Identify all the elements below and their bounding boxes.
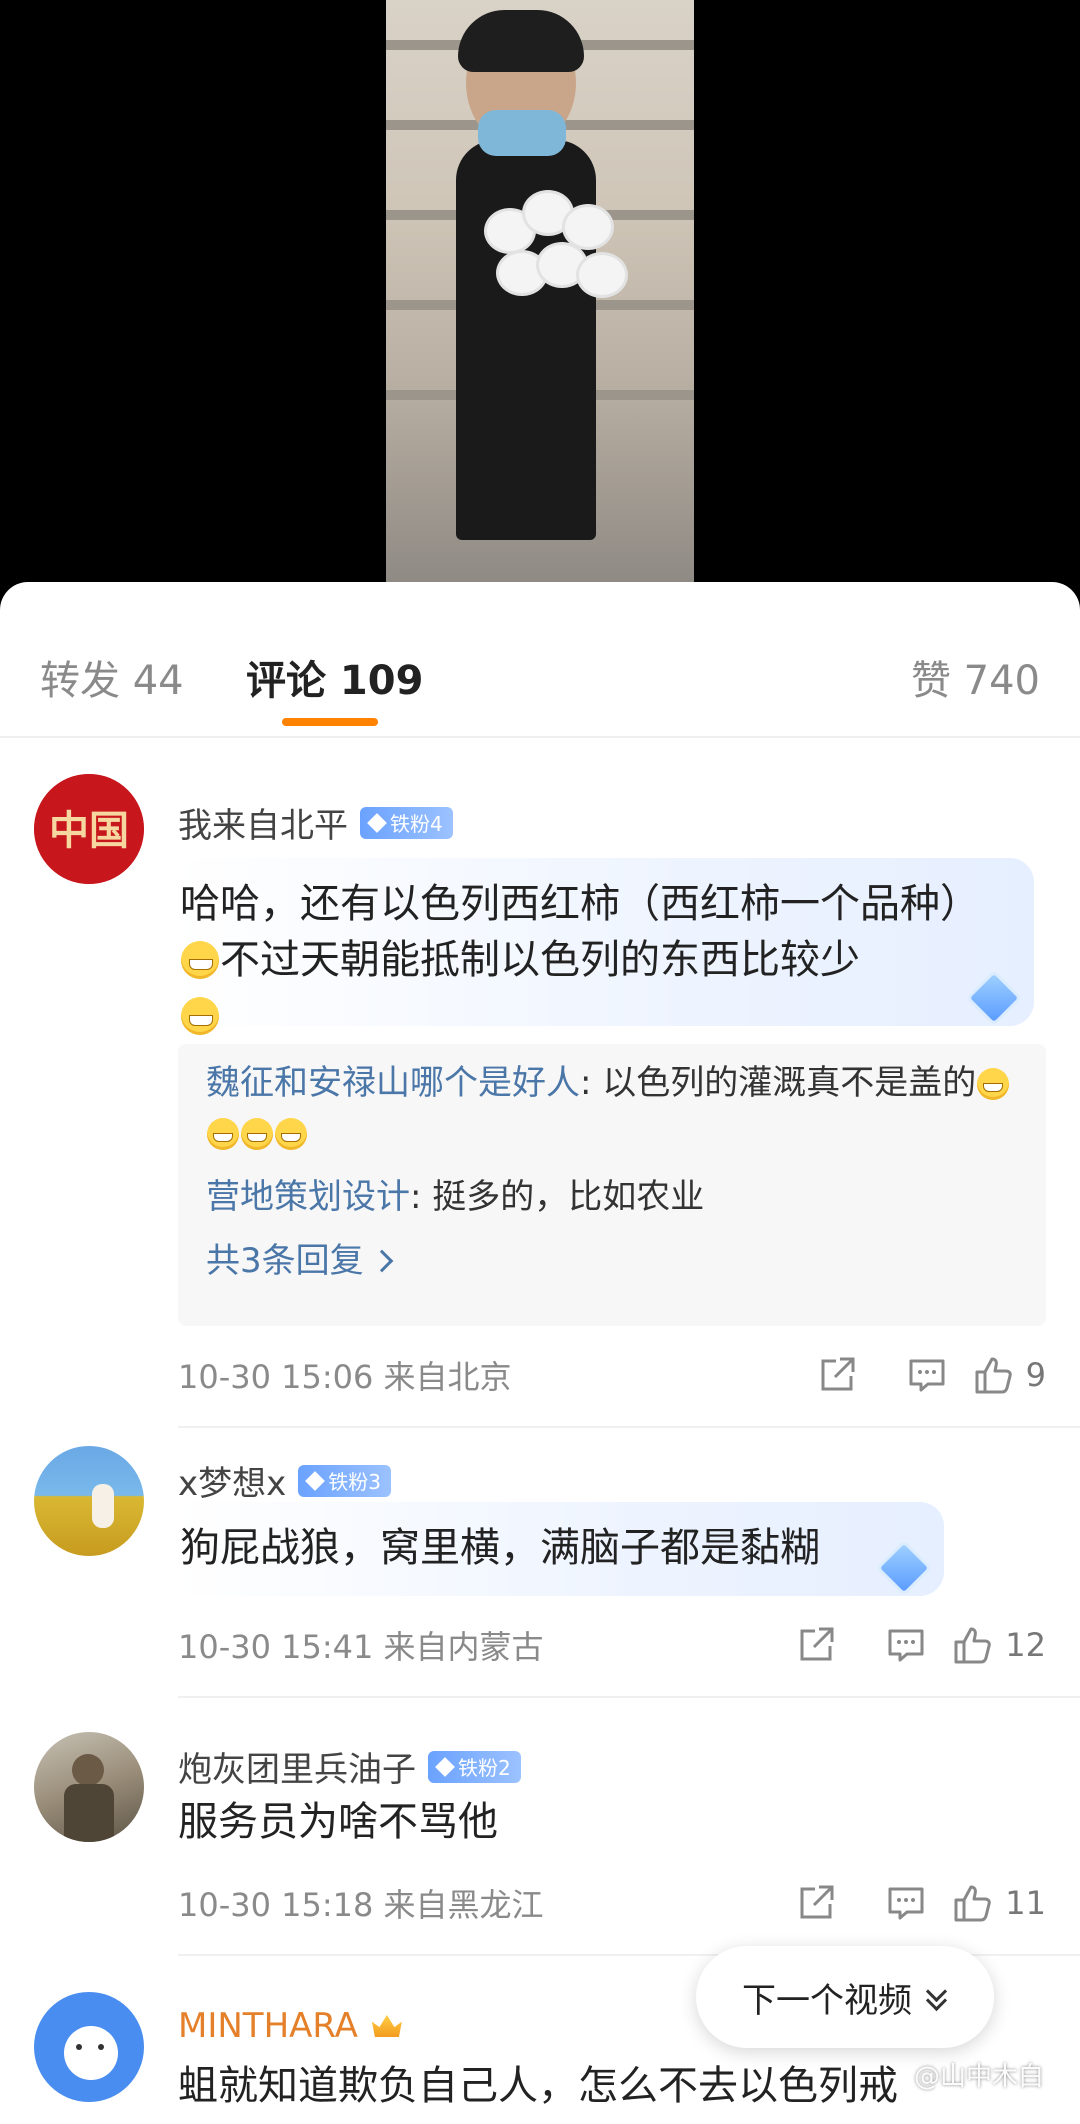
grin-emoji-icon: [275, 1118, 307, 1150]
video-player[interactable]: [0, 0, 1080, 600]
comment-bubble: 哈哈，还有以色列西红柿（西红柿一个品种） 不过天朝能抵制以色列的东西比较少: [172, 858, 1034, 1035]
username[interactable]: x梦想x: [178, 1456, 286, 1505]
reply-text: : 以色列的灌溉真不是盖的: [580, 1063, 977, 1103]
thumbs-up-icon: [954, 1885, 992, 1922]
share-button[interactable]: [771, 1882, 861, 1924]
reply-item: 魏征和安禄山哪个是好人: 以色列的灌溉真不是盖的: [206, 1058, 1018, 1158]
comment-icon: [909, 1359, 945, 1392]
fan-badge: 铁粉2: [428, 1750, 521, 1783]
grin-emoji-icon: [207, 1118, 239, 1150]
like-button[interactable]: 12: [951, 1624, 1046, 1666]
like-count: 11: [1005, 1884, 1046, 1922]
active-tab-indicator: [282, 718, 378, 726]
china-logo-icon: 中国: [34, 774, 144, 884]
next-video-label: 下一个视频: [742, 1980, 912, 2021]
crown-icon: [370, 2011, 404, 2041]
comment-text-continued: 不过天朝能抵制以色列的东西比较少: [220, 937, 860, 983]
like-count: 12: [1005, 1626, 1046, 1664]
comment-text: 狗屁战狼，窝里横，满脑子都是黏糊: [180, 1525, 820, 1571]
reply-username[interactable]: 营地策划设计: [206, 1177, 410, 1217]
next-video-button[interactable]: 下一个视频: [696, 1946, 994, 2048]
share-button[interactable]: [771, 1624, 861, 1666]
fan-badge: 铁粉4: [360, 806, 453, 839]
username[interactable]: MINTHARA: [178, 2006, 358, 2046]
grin-emoji-icon: [181, 997, 219, 1035]
grin-emoji-icon: [181, 941, 219, 979]
svg-text:中国: 中国: [49, 807, 129, 854]
watermark: @山中木白: [913, 2062, 1044, 2092]
avatar[interactable]: [34, 1992, 144, 2102]
username[interactable]: 我来自北平: [178, 798, 348, 847]
chevron-right-icon: [370, 1249, 393, 1273]
comment-meta: 10-30 15:06 来自北京: [178, 1358, 512, 1396]
share-button[interactable]: [792, 1354, 882, 1396]
comment-bubble: 狗屁战狼，窝里横，满脑子都是黏糊: [172, 1502, 944, 1597]
tab-likes[interactable]: 赞 740: [911, 648, 1040, 706]
reply-text: : 挺多的，比如农业: [410, 1177, 705, 1217]
thumbs-up-icon: [975, 1357, 1012, 1394]
tab-repost[interactable]: 转发 44: [40, 648, 184, 706]
grin-emoji-icon: [241, 1118, 273, 1150]
share-icon: [800, 1885, 834, 1919]
reply-item: 营地策划设计: 挺多的，比如农业: [206, 1172, 1018, 1222]
reply-preview[interactable]: 魏征和安禄山哪个是好人: 以色列的灌溉真不是盖的 营地策划设计: 挺多的，比如农…: [178, 1044, 1046, 1326]
comment-icon: [888, 1887, 924, 1920]
like-button[interactable]: 9: [972, 1354, 1046, 1396]
tab-bar: 转发 44 评论 109 赞 740: [0, 582, 1080, 738]
comment-sheet: 转发 44 评论 109 赞 740 中国 我来自北平 铁粉4 哈哈，还有以色列…: [0, 582, 1080, 2124]
diamond-decoration-icon: [875, 1539, 933, 1597]
comment-meta: 10-30 15:18 来自黑龙江: [178, 1886, 544, 1924]
username[interactable]: 炮灰团里兵油子: [178, 1742, 416, 1791]
diamond-decoration-icon: [965, 969, 1023, 1027]
comment-meta: 10-30 15:41 来自内蒙古: [178, 1628, 544, 1666]
view-all-replies-label: 共3条回复: [206, 1241, 364, 1281]
comment-text: 蛆就知道欺负自己人，怎么不去以色列戒: [178, 2063, 898, 2109]
reply-button[interactable]: [861, 1624, 951, 1666]
avatar[interactable]: [34, 1732, 144, 1842]
avatar[interactable]: [34, 1446, 144, 1556]
reply-username[interactable]: 魏征和安禄山哪个是好人: [206, 1063, 580, 1103]
thumbs-up-icon: [954, 1627, 992, 1664]
comment-icon: [888, 1629, 924, 1662]
diamond-icon: [305, 1470, 326, 1491]
reply-button[interactable]: [861, 1882, 951, 1924]
fan-badge: 铁粉3: [298, 1464, 391, 1497]
avatar[interactable]: 中国: [34, 774, 144, 884]
comment-text: 哈哈，还有以色列西红柿（西红柿一个品种）: [180, 881, 980, 927]
diamond-icon: [367, 812, 387, 833]
tab-comments[interactable]: 评论 109: [246, 648, 423, 706]
share-icon: [800, 1627, 834, 1661]
share-icon: [821, 1357, 855, 1391]
reply-button[interactable]: [882, 1354, 972, 1396]
grin-emoji-icon: [977, 1068, 1010, 1100]
diamond-icon: [435, 1756, 455, 1777]
comment-text: 服务员为啥不骂他: [178, 1799, 498, 1845]
like-count: 9: [1025, 1356, 1046, 1394]
like-button[interactable]: 11: [951, 1882, 1046, 1924]
video-frame: [386, 0, 694, 582]
view-all-replies-link[interactable]: 共3条回复: [206, 1236, 1018, 1286]
double-chevron-down-icon: [926, 1984, 948, 2010]
